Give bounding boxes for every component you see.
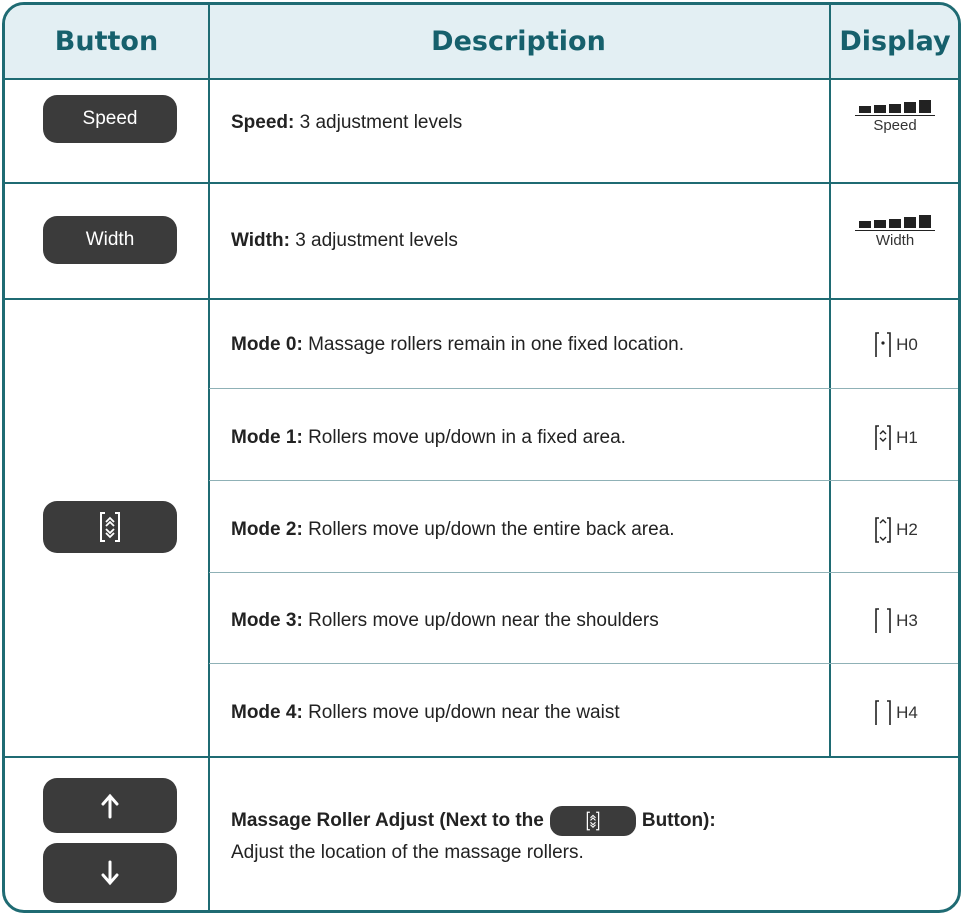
mode-3-icon bbox=[875, 608, 891, 633]
row-divider bbox=[209, 388, 958, 389]
arrow-down-icon bbox=[101, 860, 119, 886]
mode-0-display-label: H0 bbox=[896, 335, 918, 354]
mode-4-text: Rollers move up/down near the waist bbox=[308, 702, 620, 723]
width-button[interactable]: Width bbox=[43, 216, 177, 264]
width-display: Width bbox=[855, 215, 935, 249]
mode-1-display: H1 bbox=[831, 413, 958, 463]
row-divider bbox=[5, 756, 958, 758]
speed-description: Speed: 3 adjustment levels bbox=[231, 109, 462, 137]
row-divider bbox=[5, 182, 958, 184]
mode-2-description: Mode 2: Rollers move up/down the entire … bbox=[231, 516, 675, 544]
header-button: Button bbox=[54, 26, 159, 57]
row-divider bbox=[209, 663, 958, 664]
row-divider bbox=[209, 480, 958, 481]
mode-button-inline bbox=[549, 805, 636, 836]
mode-4-display-label: H4 bbox=[896, 703, 918, 722]
mode-1-icon bbox=[875, 425, 891, 450]
adjust-term-after: Button): bbox=[641, 810, 716, 831]
mode-cycle-icon bbox=[100, 512, 120, 542]
speed-text: 3 adjustment levels bbox=[299, 112, 463, 133]
roller-down-button[interactable] bbox=[43, 843, 177, 903]
width-text: 3 adjustment levels bbox=[295, 230, 458, 251]
mode-2-text: Rollers move up/down the entire back are… bbox=[308, 519, 675, 540]
mode-0-display: H0 bbox=[831, 320, 958, 370]
mode-3-display-label: H3 bbox=[896, 611, 918, 630]
row-divider bbox=[209, 572, 958, 573]
mode-4-term: Mode 4: bbox=[231, 702, 303, 723]
roller-up-button[interactable] bbox=[43, 778, 177, 833]
speed-display: Speed bbox=[855, 100, 935, 134]
header-display: Display bbox=[839, 26, 951, 57]
mode-3-description: Mode 3: Rollers move up/down near the sh… bbox=[231, 607, 659, 635]
column-divider bbox=[208, 5, 210, 910]
mode-1-display-label: H1 bbox=[896, 428, 918, 447]
speed-display-label: Speed bbox=[855, 115, 935, 134]
mode-2-icon bbox=[875, 517, 891, 543]
width-description: Width: 3 adjustment levels bbox=[231, 227, 458, 255]
mode-button[interactable] bbox=[43, 501, 177, 553]
mode-2-term: Mode 2: bbox=[231, 519, 303, 540]
level-bars-icon bbox=[855, 100, 935, 113]
width-term: Width: bbox=[231, 230, 290, 251]
header-description: Description bbox=[431, 26, 606, 57]
mode-4-description: Mode 4: Rollers move up/down near the wa… bbox=[231, 699, 620, 727]
mode-0-text: Massage rollers remain in one fixed loca… bbox=[308, 334, 685, 355]
row-divider bbox=[5, 298, 958, 300]
table-header: Button Description Display bbox=[5, 5, 958, 80]
adjust-description: Massage Roller Adjust (Next to the Button… bbox=[231, 805, 716, 869]
mode-0-term: Mode 0: bbox=[231, 334, 303, 355]
speed-button[interactable]: Speed bbox=[43, 95, 177, 143]
adjust-text: Adjust the location of the massage rolle… bbox=[231, 842, 584, 863]
speed-term: Speed: bbox=[231, 112, 295, 133]
mode-cycle-icon bbox=[586, 811, 600, 831]
mode-0-icon bbox=[875, 332, 891, 357]
mode-3-display: H3 bbox=[831, 596, 958, 646]
arrow-up-icon bbox=[101, 793, 119, 818]
mode-0-description: Mode 0: Massage rollers remain in one fi… bbox=[231, 331, 684, 359]
button-reference-table: Button Description Display Speed Speed: … bbox=[2, 2, 961, 913]
mode-1-text: Rollers move up/down in a fixed area. bbox=[308, 427, 626, 448]
mode-3-term: Mode 3: bbox=[231, 610, 303, 631]
mode-3-text: Rollers move up/down near the shoulders bbox=[308, 610, 659, 631]
mode-1-description: Mode 1: Rollers move up/down in a fixed … bbox=[231, 424, 626, 452]
mode-4-display: H4 bbox=[831, 688, 958, 738]
width-display-label: Width bbox=[855, 230, 935, 249]
mode-2-display: H2 bbox=[831, 505, 958, 555]
mode-2-display-label: H2 bbox=[896, 520, 918, 539]
level-bars-icon bbox=[855, 215, 935, 228]
mode-4-icon bbox=[875, 700, 891, 725]
adjust-term-before: Massage Roller Adjust (Next to the bbox=[231, 810, 544, 831]
mode-1-term: Mode 1: bbox=[231, 427, 303, 448]
